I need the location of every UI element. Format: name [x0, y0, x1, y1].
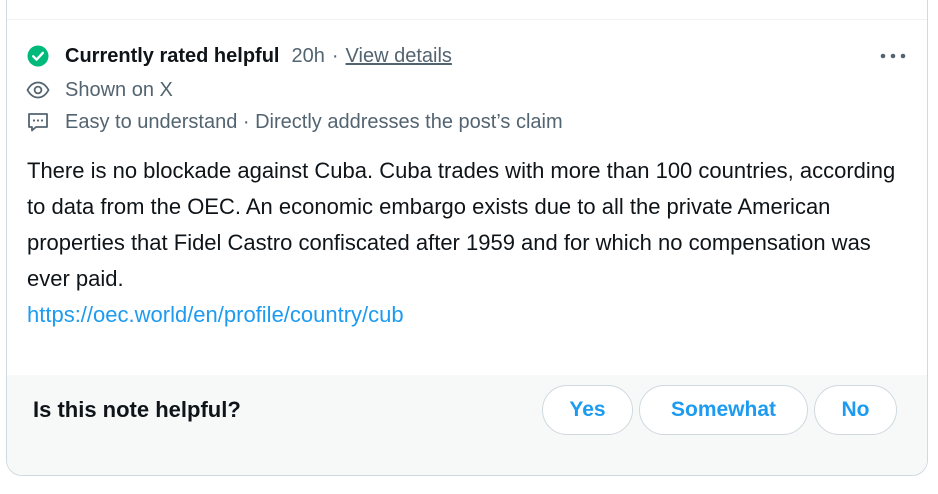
somewhat-button[interactable]: Somewhat — [639, 385, 808, 435]
note-text: There is no blockade against Cuba. Cuba … — [27, 158, 896, 291]
rating-question: Is this note helpful? — [33, 397, 241, 422]
status-label: Currently rated helpful — [65, 44, 280, 67]
community-note-card: Currently rated helpful 20h · View detai… — [6, 0, 928, 476]
more-icon — [880, 53, 906, 59]
helpful-tags-text: Easy to understand · Directly addresses … — [65, 110, 563, 133]
view-details-link[interactable]: View details — [346, 45, 452, 68]
top-divider — [7, 19, 927, 20]
separator: · — [331, 44, 339, 67]
shown-on-text: Shown on X — [65, 78, 173, 101]
yes-button[interactable]: Yes — [542, 385, 633, 435]
note-body: There is no blockade against Cuba. Cuba … — [27, 153, 907, 333]
status-time: 20h — [291, 44, 325, 67]
eye-icon — [25, 77, 51, 103]
shown-row: Shown on X — [25, 77, 173, 103]
message-icon — [25, 109, 51, 135]
check-circle-icon — [25, 43, 51, 69]
note-source-link[interactable]: https://oec.world/en/profile/country/cub — [27, 297, 907, 333]
tags-row: Easy to understand · Directly addresses … — [25, 109, 563, 135]
more-options-button[interactable] — [877, 45, 909, 67]
rating-choices: Yes Somewhat No — [542, 385, 897, 435]
status-row: Currently rated helpful 20h · View detai… — [25, 43, 452, 69]
no-button[interactable]: No — [814, 385, 897, 435]
rating-bar: Is this note helpful? Yes Somewhat No — [7, 375, 927, 475]
